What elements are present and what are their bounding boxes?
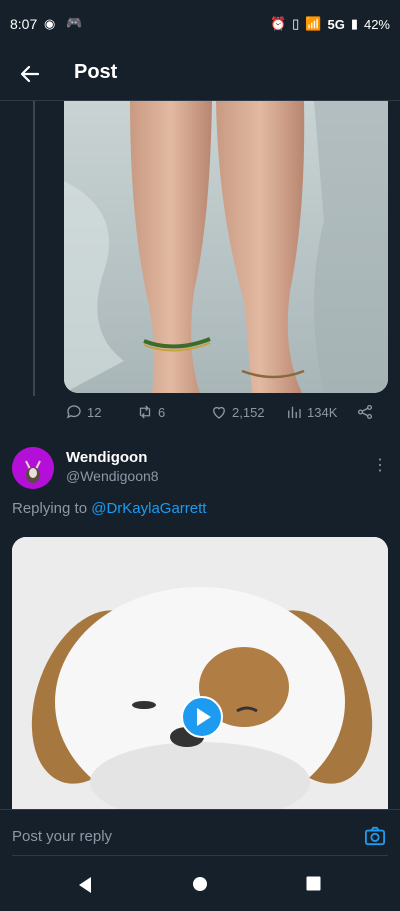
reply-input[interactable]: Post your reply bbox=[12, 828, 112, 845]
thread-line bbox=[33, 101, 35, 396]
back-arrow-icon[interactable] bbox=[18, 62, 42, 86]
retweet-icon bbox=[139, 405, 151, 419]
system-nav-bar bbox=[0, 856, 400, 911]
battery-percent: 42% bbox=[363, 16, 390, 32]
play-button[interactable] bbox=[181, 696, 223, 738]
heart-icon bbox=[213, 406, 225, 419]
camera-icon[interactable] bbox=[364, 826, 386, 846]
bar-chart-icon bbox=[288, 406, 301, 418]
avatar-image bbox=[12, 447, 54, 489]
page-title: Post bbox=[74, 61, 118, 83]
play-icon bbox=[197, 708, 211, 726]
views-button[interactable]: 134K bbox=[285, 403, 337, 421]
header: Post bbox=[0, 50, 400, 101]
share-button[interactable] bbox=[356, 403, 374, 421]
replying-to: Replying to @DrKaylaGarrett bbox=[12, 500, 206, 517]
reply-button[interactable]: 12 bbox=[65, 403, 101, 421]
discord-icon: 🎮 bbox=[66, 15, 83, 30]
like-count: 2,152 bbox=[232, 404, 265, 420]
status-time: 8:07 bbox=[10, 16, 38, 32]
reply-media-video[interactable] bbox=[12, 537, 388, 809]
tweet-media-image[interactable] bbox=[64, 101, 388, 393]
like-button[interactable]: 2,152 bbox=[210, 403, 265, 421]
nav-back-icon[interactable] bbox=[77, 876, 93, 894]
status-bar: 8:07 ◉ 🎮 ⏰ ▯ 📶 5G ▮ 42% bbox=[0, 0, 400, 50]
legs-photo bbox=[64, 101, 388, 393]
share-icon bbox=[357, 404, 373, 420]
retweet-button[interactable]: 6 bbox=[136, 403, 165, 421]
reply-author-name[interactable]: Wendigoon bbox=[66, 449, 147, 466]
comment-icon bbox=[66, 405, 81, 419]
view-count: 134K bbox=[307, 404, 338, 420]
avatar[interactable] bbox=[12, 447, 54, 489]
record-icon: ◉ bbox=[44, 16, 56, 31]
mention-link[interactable]: @DrKaylaGarrett bbox=[91, 500, 206, 517]
battery-icon: ▮ bbox=[350, 16, 358, 31]
network-label: 5G bbox=[327, 16, 345, 32]
tweet-action-bar: 12 6 2,152 134K bbox=[60, 403, 390, 427]
replying-prefix: Replying to bbox=[12, 500, 88, 517]
retweet-count: 6 bbox=[158, 404, 166, 420]
alarm-icon: ⏰ bbox=[269, 16, 287, 31]
reply-author-handle[interactable]: @Wendigoon8 bbox=[66, 468, 159, 484]
reply-count: 12 bbox=[87, 404, 102, 420]
signal-icon: 📶 bbox=[305, 16, 322, 31]
more-options-icon[interactable]: ⋮ bbox=[372, 455, 388, 475]
vibrate-icon: ▯ bbox=[292, 16, 300, 31]
status-right: ⏰ ▯ 📶 5G ▮ 42% bbox=[270, 16, 390, 32]
nav-home-icon[interactable] bbox=[192, 876, 208, 892]
nav-recents-icon[interactable] bbox=[306, 876, 321, 891]
reply-composer: Post your reply bbox=[0, 809, 400, 856]
dog-video-thumbnail bbox=[12, 537, 388, 809]
